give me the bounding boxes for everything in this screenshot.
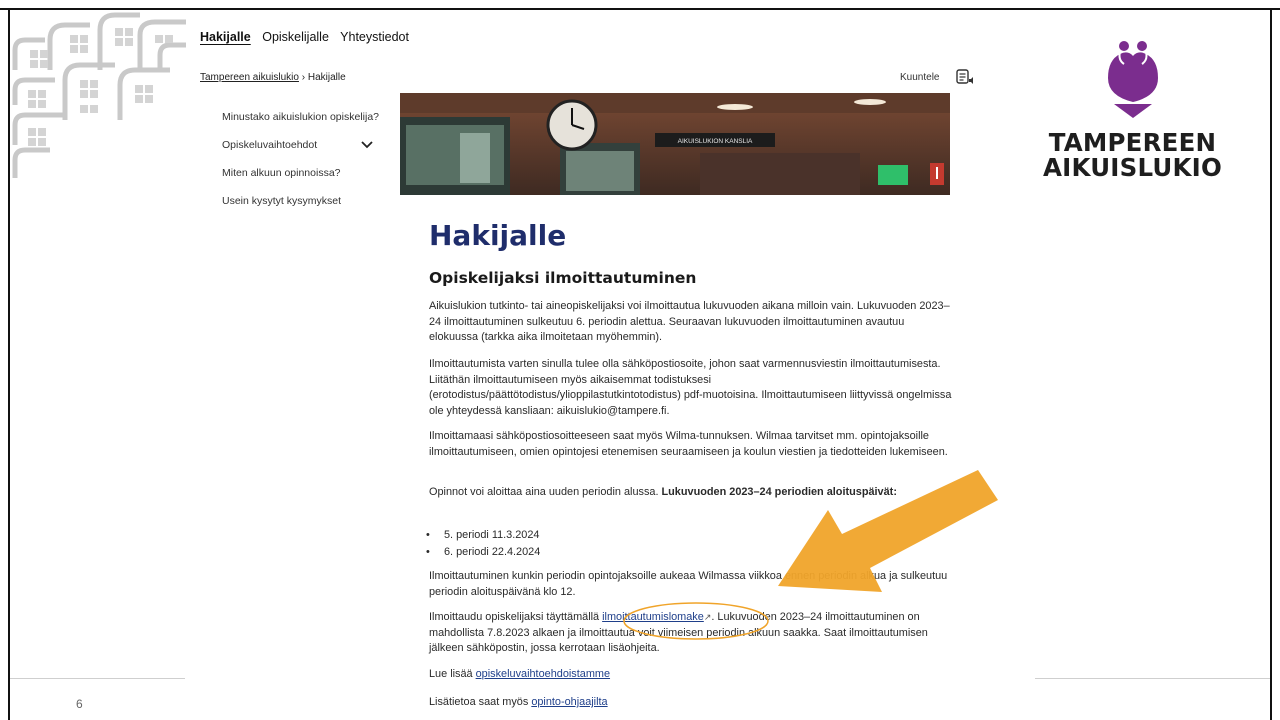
paragraph-3: Ilmoittamaasi sähköpostiosoitteeseen saa… [429, 430, 948, 458]
paragraph-1: Aikuislukion tutkinto- tai aineopiskelij… [429, 300, 950, 344]
paragraph-6: Ilmoittaudu opiskelijaksi täyttämällä il… [429, 610, 954, 657]
footer-line-right [1035, 678, 1270, 679]
paragraph-4-bold: Lukuvuoden 2023–24 periodien aloituspäiv… [661, 486, 894, 498]
nav-item-opiskelijalle[interactable]: Opiskelijalle [262, 30, 329, 44]
nav-item-yhteystiedot[interactable]: Yhteystiedot [340, 30, 409, 44]
study-options-link[interactable]: opiskeluvaihtoehdoistamme [476, 668, 610, 680]
breadcrumb-current: Hakijalle [307, 72, 346, 83]
breadcrumb-separator: › [301, 72, 306, 83]
period-list: 5. periodi 11.3.2024 6. periodi 22.4.202… [429, 527, 540, 561]
sidebar-item-opiskeluvaihtoehdot[interactable]: Opiskeluvaihtoehdot [222, 138, 392, 152]
hero-sign: AIKUISLUKION KANSLIA [678, 138, 753, 145]
chevron-down-icon[interactable] [360, 140, 374, 150]
sidebar-item-usein-kysytyt[interactable]: Usein kysytyt kysymykset [222, 194, 392, 208]
school-logo: TAMPEREEN AIKUISLUKIO [1040, 38, 1225, 188]
listen-icon[interactable] [956, 69, 974, 85]
logo-icon [1108, 41, 1158, 118]
slide-number: 6 [76, 697, 83, 711]
paragraph-4-text: Opinnot voi aloittaa aina uuden periodin… [429, 486, 662, 498]
list-item: 5. periodi 11.3.2024 [429, 527, 540, 544]
paragraph-5: Ilmoittautuminen kunkin periodin opintoj… [429, 570, 948, 598]
paragraph-6-prefix: Ilmoittaudu opiskelijaksi täyttämällä [429, 611, 603, 623]
logo-line-2: AIKUISLUKIO [1042, 153, 1223, 182]
paragraph-2: Ilmoittautumista varten sinulla tulee ol… [429, 358, 952, 417]
decorative-pattern-icon [12, 12, 186, 178]
counselors-link[interactable]: opinto-ohjaajilta [531, 696, 607, 708]
slide-border-top [0, 8, 1280, 10]
section-title: Opiskelijaksi ilmoittautuminen [429, 269, 697, 287]
paragraph-4: Opinnot voi aloittaa aina uuden periodin… [429, 485, 954, 501]
sidebar-item-label: Opiskeluvaihtoehdot [222, 139, 318, 151]
footer-line-left [10, 678, 185, 679]
page-title: Hakijalle [429, 219, 567, 252]
paragraph-7: Lue lisää opiskeluvaihtoehdoistamme [429, 667, 954, 683]
nav-item-hakijalle[interactable]: Hakijalle [200, 30, 251, 44]
paragraph-4-colon: : [893, 486, 897, 498]
main-content: Hakijalle Opiskelijaksi ilmoittautuminen… [400, 195, 966, 720]
paragraph-8: Lisätietoa saat myös opinto-ohjaajilta [429, 695, 954, 711]
logo-line-1: TAMPEREEN [1048, 128, 1217, 157]
sidebar-nav: Minustako aikuislukion opiskelija? Opisk… [222, 110, 392, 222]
list-item: 6. periodi 22.4.2024 [429, 544, 540, 561]
slide-border-right [1270, 8, 1272, 720]
breadcrumb: Tampereen aikuislukio › Hakijalle [200, 72, 346, 83]
paragraph-8-prefix: Lisätietoa saat myös [429, 696, 532, 708]
hero-image: AIKUISLUKION KANSLIA [400, 93, 950, 195]
registration-form-link[interactable]: ilmoittautumislomake [602, 611, 704, 623]
top-nav: Hakijalle Opiskelijalle Yhteystiedot [200, 30, 417, 44]
sidebar-item-minustako[interactable]: Minustako aikuislukion opiskelija? [222, 110, 392, 124]
sidebar-item-miten-alkuun[interactable]: Miten alkuun opinnoissa? [222, 166, 392, 180]
paragraph-7-prefix: Lue lisää [429, 668, 476, 680]
listen-button-label[interactable]: Kuuntele [900, 72, 939, 83]
logo-text: TAMPEREEN AIKUISLUKIO [1040, 130, 1225, 180]
breadcrumb-home-link[interactable]: Tampereen aikuislukio [200, 72, 299, 83]
